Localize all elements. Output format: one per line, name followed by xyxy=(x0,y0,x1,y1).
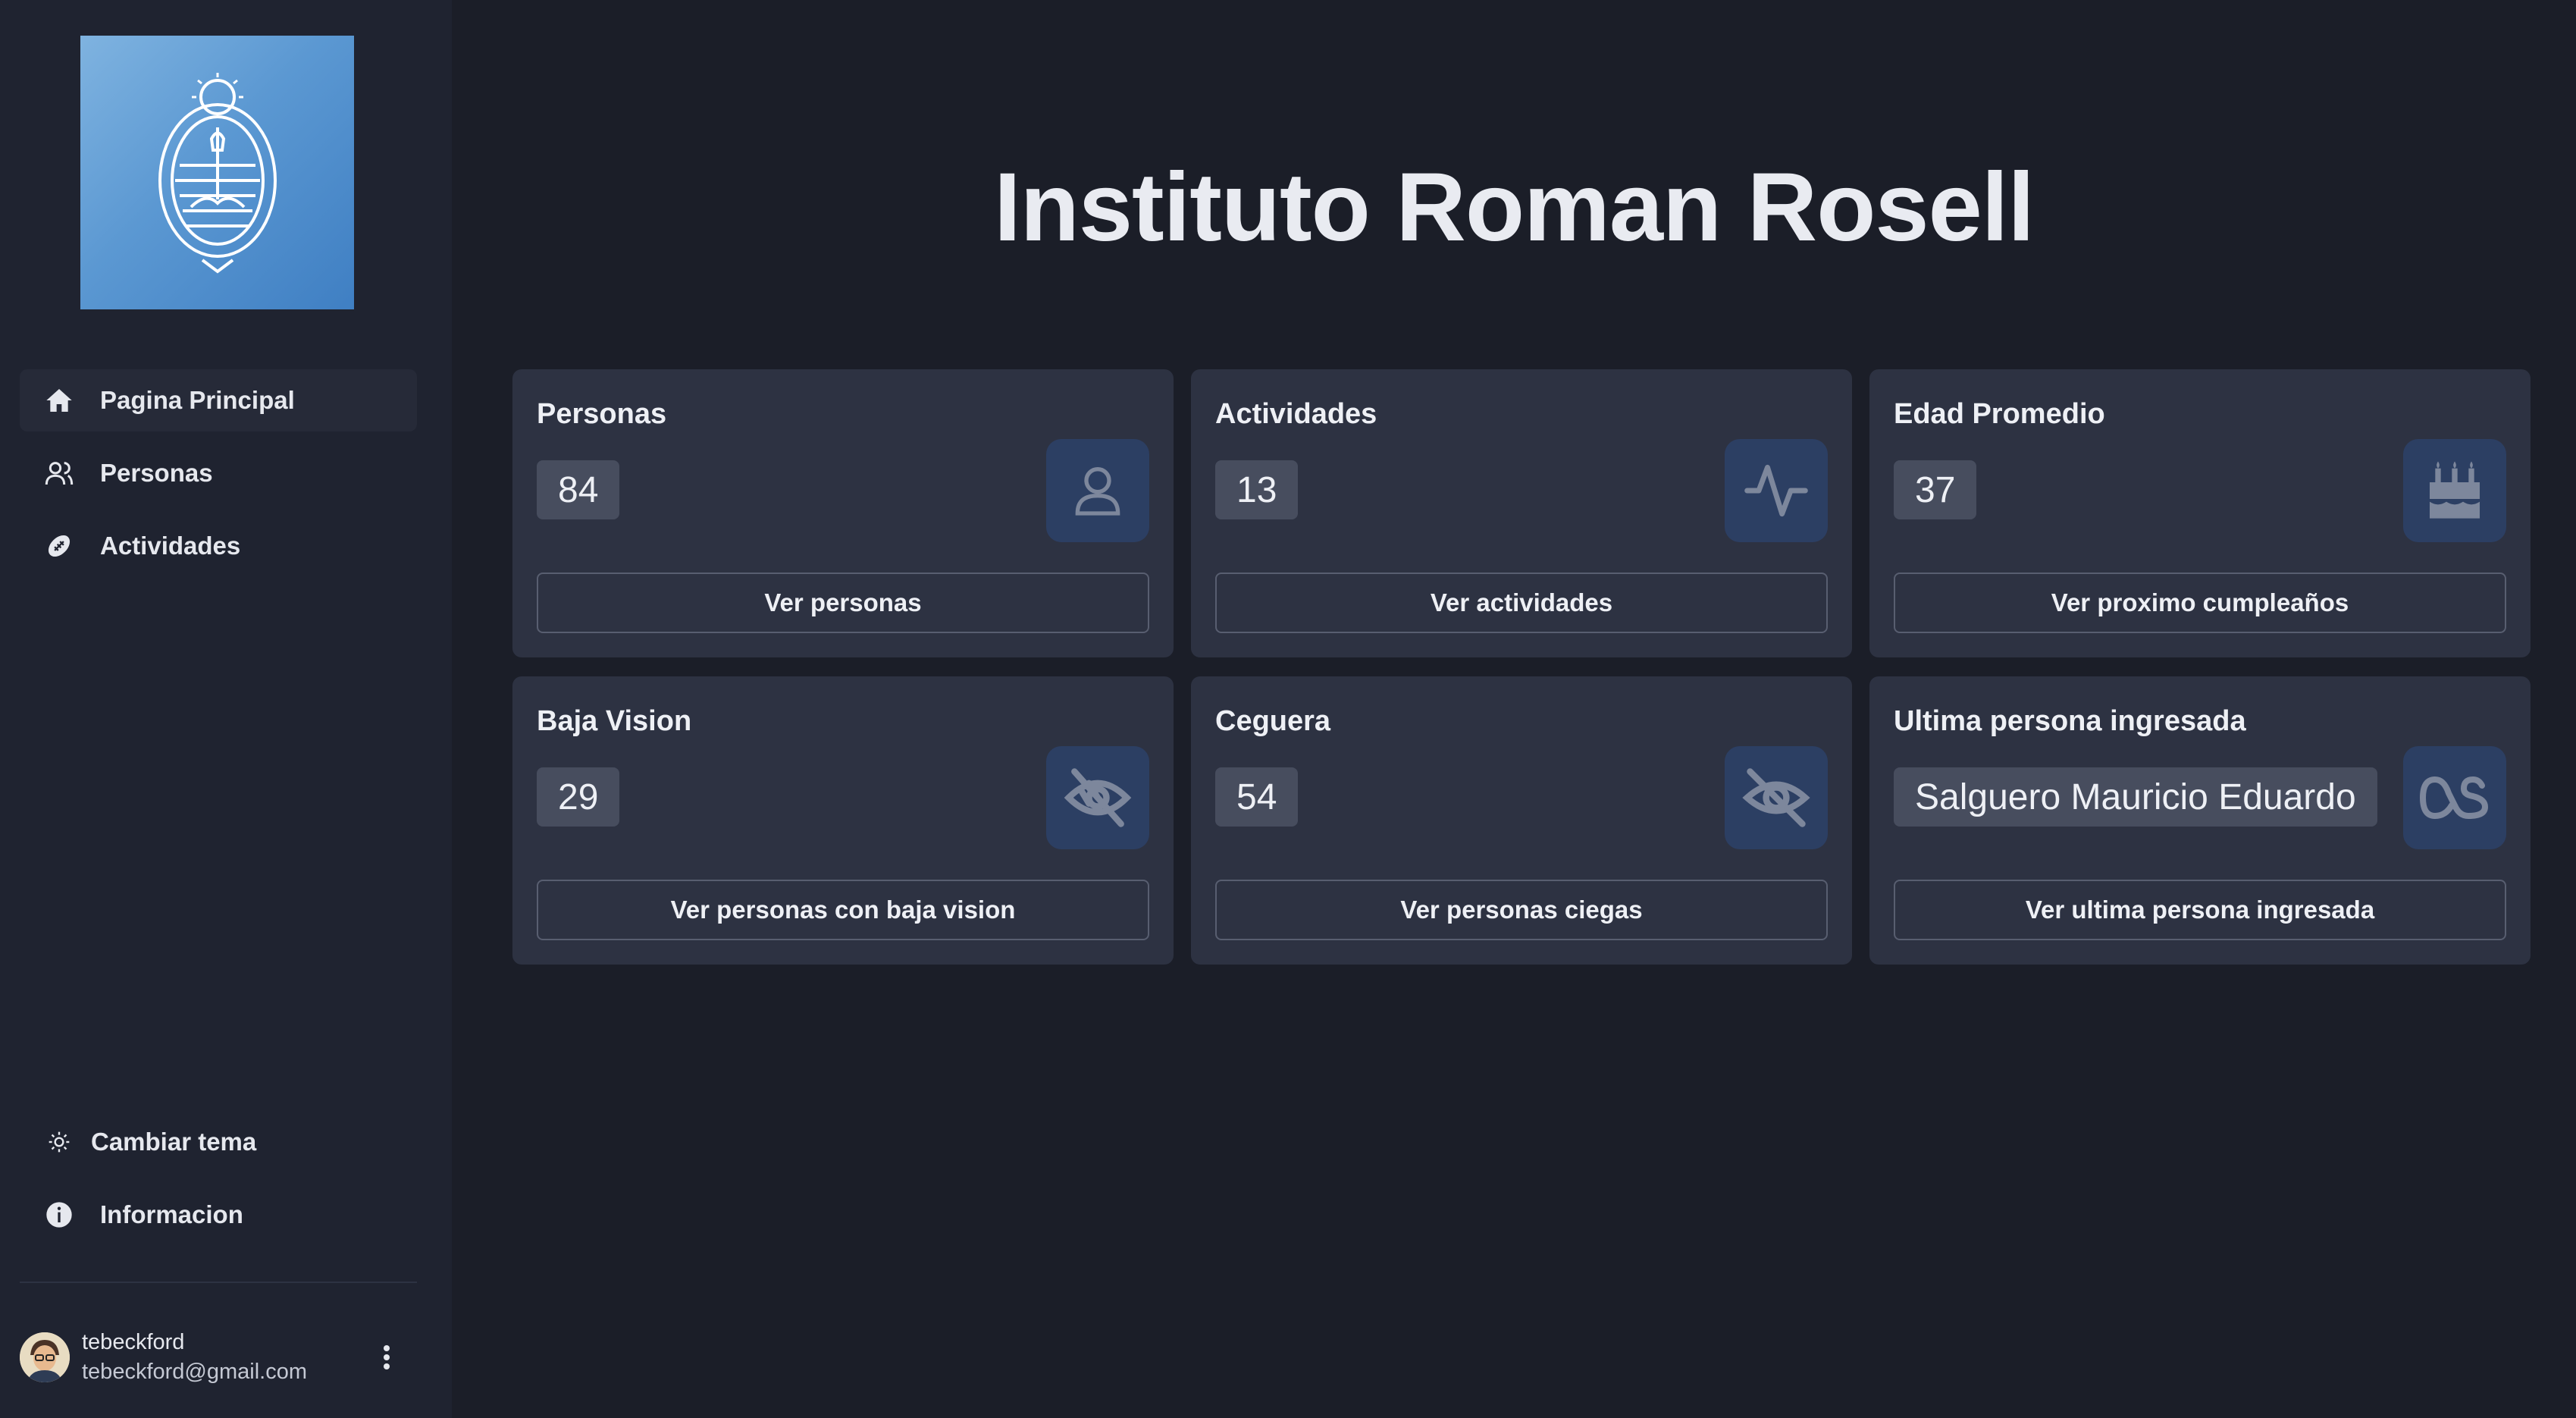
sidebar-divider xyxy=(20,1282,417,1283)
main-nav: Pagina Principal Personas Actividades xyxy=(20,369,417,588)
card-value: 84 xyxy=(537,460,620,519)
nav-item-pagina-principal[interactable]: Pagina Principal xyxy=(20,369,417,431)
activity-icon xyxy=(1725,439,1828,542)
app-root: Pagina Principal Personas Actividades Ca… xyxy=(0,0,2576,1418)
view-last-person-button[interactable]: Ver ultima persona ingresada xyxy=(1894,880,2506,940)
info-icon xyxy=(42,1198,76,1231)
card-ultima-persona: Ultima persona ingresada Salguero Mauric… xyxy=(1869,676,2531,965)
sun-icon xyxy=(42,1125,76,1159)
card-ceguera: Ceguera 54 Ver personas ciegas xyxy=(1191,676,1852,965)
card-title: Actividades xyxy=(1215,398,1377,430)
card-title: Ultima persona ingresada xyxy=(1894,705,2246,737)
home-icon xyxy=(42,384,76,417)
view-next-birthday-button[interactable]: Ver proximo cumpleaños xyxy=(1894,573,2506,633)
info-button[interactable]: Informacion xyxy=(20,1184,417,1246)
bottom-nav: Cambiar tema Informacion xyxy=(20,1111,417,1256)
user-info: tebeckford tebeckford@gmail.com xyxy=(82,1330,371,1385)
card-value: 13 xyxy=(1215,460,1299,519)
lastfm-icon xyxy=(2403,746,2506,849)
football-icon xyxy=(42,529,76,563)
page-title: Instituto Roman Rosell xyxy=(994,153,2035,262)
eye-off-icon xyxy=(1725,746,1828,849)
stats-grid: Personas 84 Ver personas Actividades 13 xyxy=(512,369,2531,965)
user-email: tebeckford@gmail.com xyxy=(82,1360,307,1384)
view-actividades-button[interactable]: Ver actividades xyxy=(1215,573,1828,633)
avatar[interactable] xyxy=(20,1332,70,1382)
card-title: Baja Vision xyxy=(537,705,692,737)
user-icon xyxy=(1046,439,1149,542)
user-profile: tebeckford tebeckford@gmail.com xyxy=(20,1319,417,1395)
card-value: Salguero Mauricio Eduardo xyxy=(1894,767,2377,827)
nav-item-actividades[interactable]: Actividades xyxy=(20,515,417,577)
change-theme-button[interactable]: Cambiar tema xyxy=(20,1111,417,1173)
card-title: Ceguera xyxy=(1215,705,1331,737)
card-value: 29 xyxy=(537,767,620,827)
card-edad-promedio: Edad Promedio 37 Ver proximo cumpleaños xyxy=(1869,369,2531,657)
card-value: 37 xyxy=(1894,460,1977,519)
cake-icon xyxy=(2403,439,2506,542)
users-icon xyxy=(42,456,76,490)
nav-label: Personas xyxy=(100,459,213,487)
nav-item-personas[interactable]: Personas xyxy=(20,442,417,504)
coat-of-arms-icon xyxy=(158,72,277,273)
low-vision-icon xyxy=(1046,746,1149,849)
card-personas: Personas 84 Ver personas xyxy=(512,369,1174,657)
user-name: tebeckford xyxy=(82,1330,185,1354)
card-title: Edad Promedio xyxy=(1894,398,2105,430)
logo[interactable] xyxy=(80,36,354,309)
change-theme-label: Cambiar tema xyxy=(91,1128,257,1156)
view-personas-button[interactable]: Ver personas xyxy=(537,573,1149,633)
more-options-icon[interactable] xyxy=(371,1335,402,1380)
card-actividades: Actividades 13 Ver actividades xyxy=(1191,369,1852,657)
card-title: Personas xyxy=(537,398,667,430)
info-label: Informacion xyxy=(100,1200,243,1228)
card-baja-vision: Baja Vision 29 Ver personas con baja vis… xyxy=(512,676,1174,965)
nav-label: Pagina Principal xyxy=(100,386,295,414)
nav-label: Actividades xyxy=(100,532,241,560)
view-blind-button[interactable]: Ver personas ciegas xyxy=(1215,880,1828,940)
view-low-vision-button[interactable]: Ver personas con baja vision xyxy=(537,880,1149,940)
main-content: Instituto Roman Rosell Personas 84 Ver p… xyxy=(452,0,2576,1418)
card-value: 54 xyxy=(1215,767,1299,827)
sidebar: Pagina Principal Personas Actividades Ca… xyxy=(0,0,452,1418)
